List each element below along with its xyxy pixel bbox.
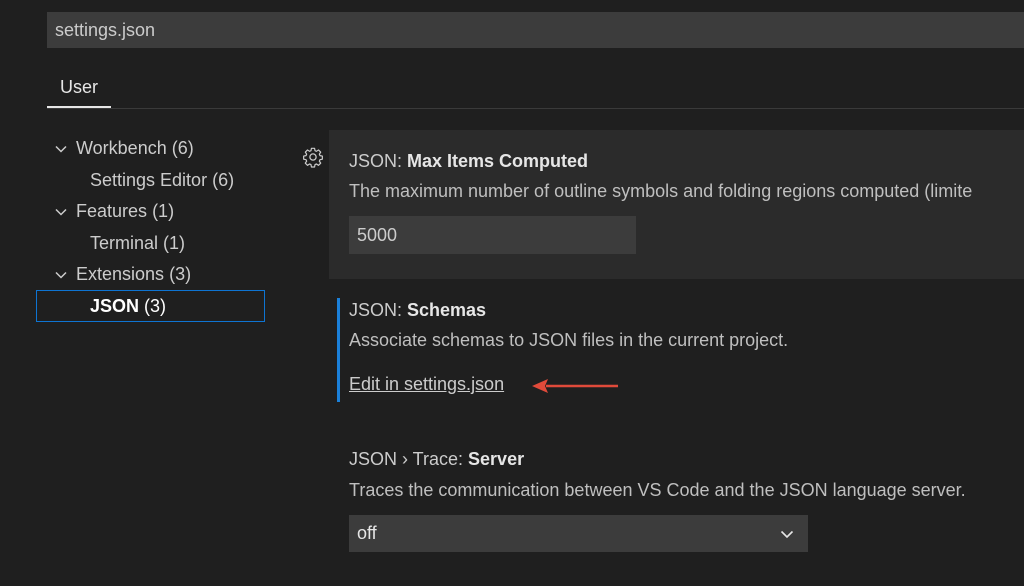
toc-item-extensions[interactable]: Extensions (3)	[54, 259, 191, 289]
setting-title: JSON: Schemas	[349, 300, 486, 321]
toc-item-label: JSON	[90, 296, 140, 316]
trace-server-select[interactable]: off	[349, 515, 808, 552]
setting-description: Traces the communication between VS Code…	[349, 480, 966, 500]
chevron-down-icon	[54, 259, 76, 289]
modified-indicator	[337, 298, 340, 402]
edit-in-settings-json-link[interactable]: Edit in settings.json	[349, 374, 504, 395]
setting-key: Max Items Computed	[407, 151, 589, 171]
toc-item-settings-editor[interactable]: Settings Editor (6)	[90, 165, 234, 195]
toc-item-label: Terminal	[90, 233, 159, 253]
setting-description: Associate schemas to JSON files in the c…	[349, 330, 789, 350]
setting-category: JSON:	[349, 151, 408, 171]
toc-item-terminal[interactable]: Terminal (1)	[90, 228, 185, 258]
toc-item-label: Workbench	[76, 138, 167, 158]
chevron-down-icon	[54, 196, 76, 226]
setting-key: Server	[468, 449, 525, 469]
chevron-down-icon	[780, 530, 794, 539]
search-input[interactable]	[47, 12, 1024, 48]
toc-item-features[interactable]: Features (1)	[54, 196, 174, 226]
max-items-input[interactable]	[349, 216, 636, 254]
setting-title: JSON: Max Items Computed	[349, 151, 588, 172]
gear-icon[interactable]	[302, 146, 324, 168]
toc-item-json[interactable]: JSON (3)	[36, 290, 265, 322]
toc-item-count: (6)	[171, 138, 194, 158]
tab-user[interactable]: User	[47, 70, 111, 108]
toc-item-count: (1)	[152, 201, 175, 221]
toc-item-label: Settings Editor	[90, 170, 208, 190]
setting-category: JSON › Trace:	[349, 449, 469, 469]
setting-category: JSON:	[349, 300, 408, 320]
chevron-down-icon	[54, 133, 76, 163]
settings-editor: User Workbench (6) Settings Editor (6) F…	[0, 0, 1024, 586]
toc-item-workbench[interactable]: Workbench (6)	[54, 133, 194, 163]
toc-item-count: (6)	[212, 170, 235, 190]
setting-description: The maximum number of outline symbols an…	[349, 181, 973, 201]
toc-item-label: Extensions	[76, 264, 165, 284]
toc-item-count: (3)	[169, 264, 192, 284]
setting-title: JSON › Trace: Server	[349, 449, 524, 470]
tabs-divider	[47, 108, 1024, 109]
select-value: off	[357, 523, 377, 543]
toc-item-label: Features	[76, 201, 148, 221]
arrow-annotation-icon	[532, 379, 618, 393]
toc-item-count: (1)	[163, 233, 186, 253]
toc-item-count: (3)	[144, 296, 167, 316]
setting-key: Schemas	[407, 300, 487, 320]
